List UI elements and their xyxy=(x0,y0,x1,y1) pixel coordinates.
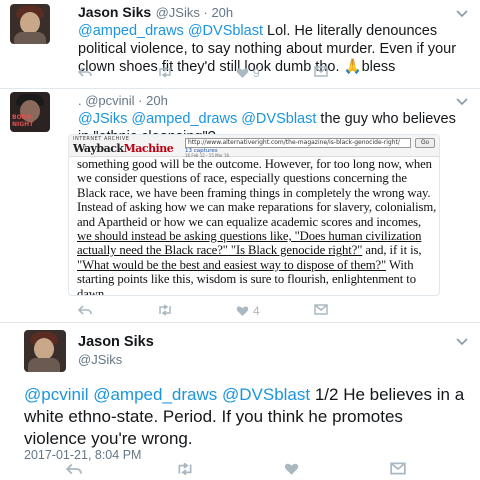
embedded-image[interactable]: INTERNET ARCHIVE WaybackMachine http://w… xyxy=(68,134,440,296)
mention-link[interactable]: @pcvinil @amped_draws @DVSblast xyxy=(24,385,310,404)
avatar-pcvinil[interactable]: BORN NIGHT xyxy=(10,92,50,132)
tweet-1: Jason Siks @JSiks · 20h @amped_draws @DV… xyxy=(0,0,480,88)
mention-link[interactable]: @JSiks @amped_draws @DVSblast xyxy=(78,111,316,127)
tweet-time[interactable]: 20h xyxy=(211,5,233,20)
tweet-1-header: Jason Siks @JSiks · 20h xyxy=(78,4,234,20)
username[interactable]: @JSiks xyxy=(156,5,200,20)
retweet-icon xyxy=(159,304,171,316)
mention-link[interactable]: @amped_draws @DVSblast xyxy=(78,23,263,39)
dm-icon xyxy=(314,304,328,315)
reply-button[interactable] xyxy=(78,304,92,316)
tweet-timestamp[interactable]: 2017-01-21, 8:04 PM xyxy=(24,448,141,462)
chevron-down-icon[interactable] xyxy=(456,98,468,106)
chevron-down-icon[interactable] xyxy=(456,10,468,18)
reply-icon xyxy=(66,463,82,475)
tweet-2-header: . @pcvinil · 20h xyxy=(78,93,168,108)
like-icon xyxy=(236,306,249,316)
like-count: 4 xyxy=(253,304,260,318)
tweet-time[interactable]: 20h xyxy=(146,93,168,108)
retweet-icon xyxy=(159,66,171,78)
retweet-button[interactable] xyxy=(176,462,194,476)
like-button[interactable]: 9 xyxy=(236,66,260,80)
display-name[interactable]: Jason Siks xyxy=(78,334,154,350)
tweet-1-text: @amped_draws @DVSblast Lol. He literally… xyxy=(78,23,457,75)
like-count: 9 xyxy=(253,66,260,80)
wayback-logo: INTERNET ARCHIVE WaybackMachine xyxy=(73,136,174,155)
wayback-go-button: Go xyxy=(415,138,435,148)
like-button[interactable] xyxy=(284,462,299,476)
like-button[interactable]: 4 xyxy=(236,304,260,318)
article-excerpt: something good will be the outcome. Howe… xyxy=(77,157,437,296)
wayback-url-field: http://www.alternativeright.com/the-maga… xyxy=(185,138,411,148)
display-name[interactable]: Jason Siks xyxy=(78,4,151,20)
retweet-icon xyxy=(178,462,192,476)
dm-button[interactable] xyxy=(314,66,328,77)
username[interactable]: @JSiks xyxy=(78,352,122,367)
retweet-button[interactable] xyxy=(157,304,173,316)
tweet-3: Jason Siks @JSiks @pcvinil @amped_draws … xyxy=(0,322,480,480)
retweet-button[interactable] xyxy=(157,66,173,78)
dm-button[interactable] xyxy=(390,462,406,475)
reply-icon xyxy=(78,67,92,77)
like-icon xyxy=(284,463,299,475)
chevron-down-icon[interactable] xyxy=(456,338,468,346)
wayback-toolbar: INTERNET ARCHIVE WaybackMachine http://w… xyxy=(69,135,439,158)
avatar-jsiks[interactable] xyxy=(10,4,50,44)
username[interactable]: @pcvinil xyxy=(85,93,134,108)
tweet-3-text: @pcvinil @amped_draws @DVSblast 1/2 He b… xyxy=(24,385,465,448)
dm-button[interactable] xyxy=(314,304,328,315)
dm-icon xyxy=(314,66,328,77)
reply-icon xyxy=(78,305,92,315)
avatar-jsiks[interactable] xyxy=(24,330,66,372)
like-icon xyxy=(236,68,249,78)
reply-button[interactable] xyxy=(78,66,92,78)
dm-icon xyxy=(390,462,406,475)
reply-button[interactable] xyxy=(66,462,82,476)
